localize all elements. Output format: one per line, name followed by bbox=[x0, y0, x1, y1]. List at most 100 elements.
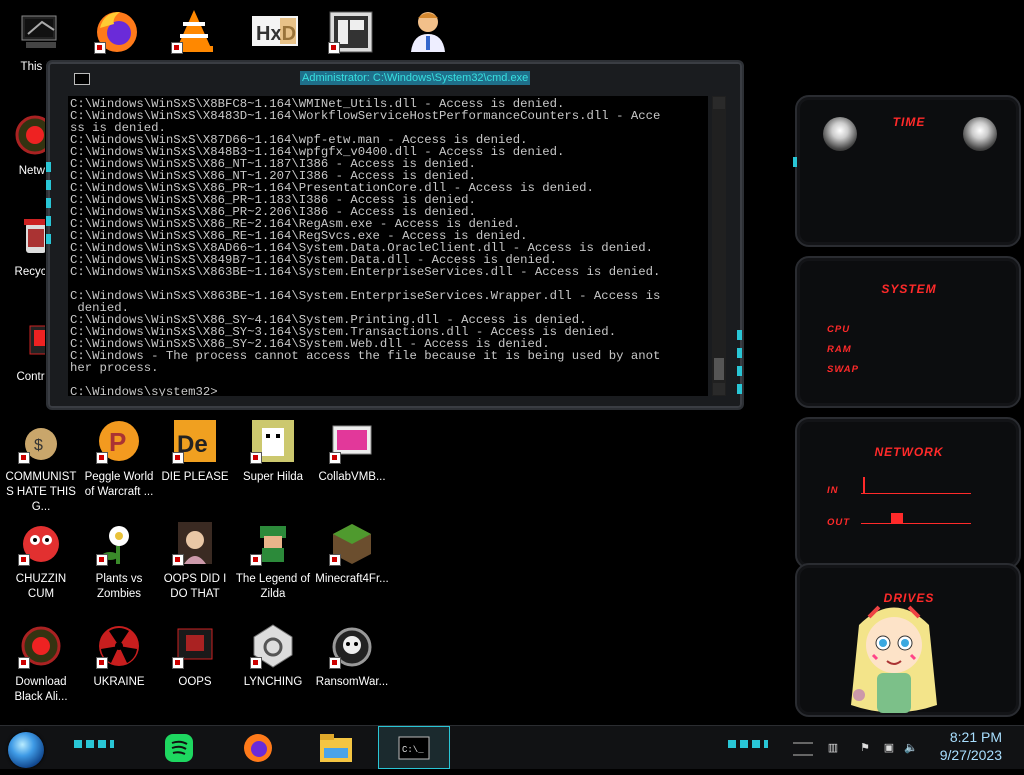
network-out-label: OUT bbox=[827, 517, 851, 528]
this-pc-icon bbox=[18, 8, 64, 54]
frame-glow bbox=[46, 198, 51, 208]
desktop-icon[interactable]: LYNCHING bbox=[234, 623, 312, 690]
cmd-window-icon bbox=[74, 73, 90, 85]
taskbar-glow bbox=[74, 740, 114, 748]
cmd-prompt[interactable]: C:\Windows\system32> bbox=[70, 385, 218, 396]
taskbar-firefox[interactable] bbox=[238, 726, 278, 769]
shortcut-arrow-icon bbox=[329, 554, 341, 566]
network-out-graph bbox=[861, 523, 971, 524]
taskbar-spotify[interactable] bbox=[160, 726, 200, 769]
scroll-down-button[interactable] bbox=[713, 383, 725, 395]
desktop-icon[interactable]: OOPS DID I DO THAT bbox=[156, 520, 234, 602]
network-tray-icon[interactable]: ▥ bbox=[826, 741, 840, 754]
hxd-icon: HxD bbox=[250, 8, 298, 54]
shortcut-arrow-icon bbox=[172, 554, 184, 566]
cmd-window-title: Administrator: C:\Windows\System32\cmd.e… bbox=[300, 71, 531, 85]
de-icon: De bbox=[172, 418, 218, 464]
svg-text:P: P bbox=[109, 427, 126, 457]
cmd-title-bar[interactable]: Administrator: C:\Windows\System32\cmd.e… bbox=[62, 70, 728, 88]
cmd-window[interactable]: Administrator: C:\Windows\System32\cmd.e… bbox=[46, 60, 744, 410]
desktop-icon-label: CollabVMB... bbox=[318, 471, 386, 483]
desktop-icon[interactable]: UKRAINE bbox=[80, 623, 158, 690]
desktop-icon[interactable]: Super Hilda bbox=[234, 418, 312, 485]
desktop-icon-label: The Legend of Zilda bbox=[235, 573, 311, 600]
shortcut-arrow-icon bbox=[172, 452, 184, 464]
gadget-title: NETWORK bbox=[874, 445, 944, 459]
shortcut-arrow-icon bbox=[250, 657, 262, 669]
desktop-icon[interactable]: Plants vs Zombies bbox=[80, 520, 158, 602]
taskbar-file-explorer[interactable] bbox=[316, 726, 356, 769]
alienware-logo-icon bbox=[963, 117, 997, 151]
desktop-icon-label: OOPS DID I DO THAT bbox=[163, 573, 227, 600]
taskbar-cmd[interactable]: C:\_ bbox=[378, 726, 450, 769]
desktop-icon-hxd[interactable]: HxD bbox=[234, 2, 312, 60]
cmd-icon: C:\_ bbox=[398, 736, 430, 760]
svg-text:C:\_: C:\_ bbox=[402, 745, 424, 755]
desktop-icon-label: UKRAINE bbox=[93, 676, 145, 688]
frame-glow bbox=[46, 162, 51, 172]
zilda-icon bbox=[250, 520, 296, 566]
firefox-icon bbox=[244, 734, 272, 762]
desktop-icon-firefox[interactable] bbox=[78, 2, 156, 60]
desktop-icon-label: COMMUNISTS HATE THIS G... bbox=[5, 471, 77, 513]
scroll-up-button[interactable] bbox=[713, 97, 725, 109]
desktop-icon[interactable]: P Peggle World of Warcraft ... bbox=[80, 418, 158, 500]
drives-gadget[interactable]: DRIVES bbox=[795, 563, 1021, 717]
lynching-icon bbox=[250, 623, 296, 669]
skull-icon bbox=[329, 623, 375, 669]
cmd-console-output[interactable]: C:\Windows\WinSxS\X8BFC8~1.164\WMINet_Ut… bbox=[68, 96, 708, 396]
gadget-title: SYSTEM bbox=[881, 282, 937, 296]
alienware-logo-icon bbox=[823, 117, 857, 151]
taskbar: C:\_ ▥ ⚑ ▣ 🔈 8:21 PM 9/27/2023 bbox=[0, 725, 1024, 769]
volume-icon[interactable]: 🔈 bbox=[904, 741, 918, 754]
desktop-icon-app[interactable] bbox=[312, 2, 390, 60]
frame-glow bbox=[46, 234, 51, 244]
network-out-spike bbox=[891, 513, 903, 523]
alien-orb-icon bbox=[18, 623, 64, 669]
start-button[interactable] bbox=[8, 732, 44, 768]
scroll-thumb[interactable] bbox=[714, 358, 724, 380]
desktop-icon[interactable]: CollabVMB... bbox=[313, 418, 391, 485]
desktop-icon-doctor[interactable] bbox=[389, 2, 467, 60]
shortcut-arrow-icon bbox=[250, 452, 262, 464]
desktop-icon-vlc[interactable] bbox=[155, 2, 233, 60]
desktop-icon-label: Plants vs Zombies bbox=[95, 573, 143, 600]
desktop-icon-label: Download Black Ali... bbox=[14, 676, 68, 703]
desktop-icon[interactable]: $ COMMUNISTS HATE THIS G... bbox=[2, 418, 80, 515]
frame-glow bbox=[737, 366, 742, 376]
radiation-icon bbox=[96, 623, 142, 669]
desktop-icon[interactable]: Minecraft4Fr... bbox=[313, 520, 391, 587]
shortcut-arrow-icon bbox=[329, 452, 341, 464]
clock[interactable]: 8:21 PM 9/27/2023 bbox=[940, 728, 1002, 764]
cmd-vertical-scrollbar[interactable] bbox=[712, 96, 726, 396]
desktop-icon[interactable]: OOPS bbox=[156, 623, 234, 690]
desktop-icon-label: Peggle World of Warcraft ... bbox=[84, 471, 154, 498]
clock-time: 8:21 PM bbox=[949, 729, 1002, 745]
ram-label: RAM bbox=[827, 344, 852, 355]
desktop-icon[interactable]: CHUZZIN CUM bbox=[2, 520, 80, 602]
oops-icon bbox=[172, 623, 218, 669]
shortcut-arrow-icon bbox=[18, 657, 30, 669]
desktop-icon[interactable]: RansomWar... bbox=[313, 623, 391, 690]
shortcut-arrow-icon bbox=[171, 42, 183, 54]
firefox-icon bbox=[94, 8, 140, 54]
spotify-icon bbox=[165, 734, 193, 762]
shortcut-arrow-icon bbox=[18, 554, 30, 566]
network-gadget[interactable]: NETWORK IN OUT bbox=[795, 417, 1021, 569]
shortcut-arrow-icon bbox=[329, 657, 341, 669]
peggle-icon: P bbox=[96, 418, 142, 464]
shortcut-arrow-icon bbox=[96, 657, 108, 669]
system-gadget[interactable]: SYSTEM CPU RAM SWAP bbox=[795, 256, 1021, 408]
action-center-icon[interactable]: ▣ bbox=[882, 741, 896, 754]
shortcut-arrow-icon bbox=[96, 452, 108, 464]
time-gadget[interactable]: TIME bbox=[793, 95, 1021, 247]
pvz-icon bbox=[96, 520, 142, 566]
desktop-icon-label: DIE PLEASE bbox=[161, 471, 229, 483]
desktop-icon[interactable]: De DIE PLEASE bbox=[156, 418, 234, 485]
desktop-icon[interactable]: The Legend of Zilda bbox=[234, 520, 312, 602]
desktop-icon[interactable]: Download Black Ali... bbox=[2, 623, 80, 705]
flag-tray-icon[interactable]: ⚑ bbox=[858, 741, 872, 754]
shortcut-arrow-icon bbox=[94, 42, 106, 54]
app-icon bbox=[328, 8, 374, 54]
frame-glow bbox=[737, 384, 742, 394]
